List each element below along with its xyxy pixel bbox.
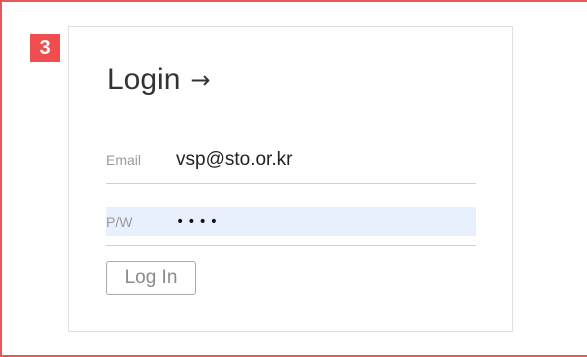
login-title-text: Login [107, 63, 181, 96]
email-input-value[interactable]: vsp@sto.or.kr [176, 149, 292, 171]
password-label: P/W [106, 213, 133, 230]
login-title: Login → [107, 63, 211, 97]
arrow-right-icon: → [190, 66, 211, 94]
email-field[interactable]: Email vsp@sto.or.kr [106, 145, 476, 175]
email-label: Email [106, 152, 142, 168]
password-field-underline [106, 245, 476, 246]
password-field[interactable]: P/W •••• [106, 207, 476, 236]
password-input-value[interactable]: •••• [176, 214, 221, 230]
login-card: Login → Email vsp@sto.or.kr P/W •••• Log… [68, 26, 513, 332]
email-field-underline [106, 183, 476, 184]
step-number-badge: 3 [30, 34, 60, 62]
login-button[interactable]: Log In [106, 261, 196, 295]
